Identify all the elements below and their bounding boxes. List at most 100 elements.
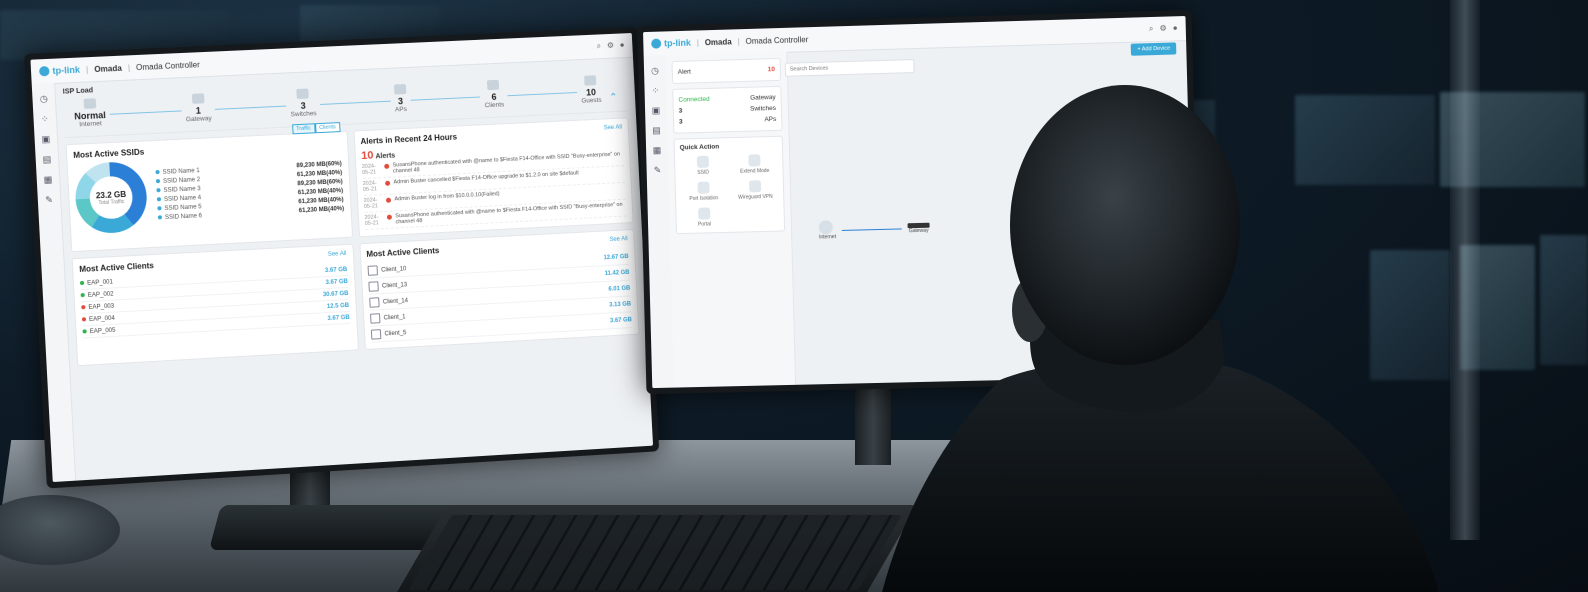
quick-action-wireguard-vpn[interactable]: Wireguard VPN xyxy=(732,180,778,201)
see-all-link[interactable]: See All xyxy=(604,125,623,132)
status-dot xyxy=(80,281,84,285)
glass-partition xyxy=(1450,0,1480,540)
guests-icon xyxy=(584,75,596,85)
topology-node-gateway[interactable]: 1 Gateway xyxy=(185,93,212,123)
status-label: Switches xyxy=(750,105,776,113)
quick-action-portal[interactable]: Portal xyxy=(681,207,727,228)
brand-text: tp-link xyxy=(52,65,80,76)
background-screen xyxy=(1540,235,1588,365)
laptop-icon xyxy=(368,281,378,292)
topology-node-internet[interactable]: Normal Internet xyxy=(73,98,106,129)
left-monitor: tp-link | Omada | Omada Controller ⌕ ⚙ ●… xyxy=(24,27,659,489)
office-scene: tp-link | Omada | Omada Controller ⌕ ⚙ ●… xyxy=(0,0,1588,592)
alert-date: 2024-05-21 xyxy=(364,214,383,227)
legend-dot xyxy=(158,215,162,219)
node-label: Clients xyxy=(484,101,504,109)
node-value: 3 xyxy=(394,96,406,107)
chevron-up-icon[interactable]: ⌃ xyxy=(609,92,618,103)
status-dot xyxy=(81,305,85,309)
ssid-name: SSID Name 2 xyxy=(163,177,200,185)
action-label: Wireguard VPN xyxy=(738,194,773,201)
alert-date: 2024-05-21 xyxy=(362,163,381,176)
usage-value: 3.67 GB xyxy=(325,278,348,285)
usage-value: 11.42 GB xyxy=(605,269,630,276)
alert-card[interactable]: Alert 10 xyxy=(672,58,782,84)
node-label: Switches xyxy=(290,110,316,118)
action-label: SSID xyxy=(697,170,709,176)
device-name: EAP_005 xyxy=(90,327,116,334)
topology-node-guests[interactable]: 10 Guests xyxy=(580,75,602,105)
status-card: Connected Gateway 3 Switches 3 APs xyxy=(672,86,782,134)
quick-action-extend-mode[interactable]: Extend Mode xyxy=(731,154,777,175)
node-label: Internet xyxy=(75,120,107,129)
device-name: EAP_003 xyxy=(88,303,114,310)
topology-node-switches[interactable]: 3 Switches xyxy=(289,88,317,118)
quick-action-port-isolation[interactable]: Port Isolation xyxy=(681,181,727,202)
status-aps[interactable]: 3 APs xyxy=(679,114,776,128)
topology-link xyxy=(842,228,902,231)
brand-logo: tp-link xyxy=(651,38,691,49)
toggle-clients[interactable]: Clients xyxy=(315,122,340,133)
usage-value: 12.5 GB xyxy=(327,302,350,309)
topology-node-aps[interactable]: 3 APs xyxy=(394,84,407,113)
tools-icon[interactable]: ✎ xyxy=(45,194,53,205)
quick-action-grid: SSID Extend Mode Port Isolation Wireguar… xyxy=(680,154,779,228)
gateway-node[interactable]: Gateway xyxy=(907,222,929,234)
app-title: Omada Controller xyxy=(746,35,809,46)
client-name: Client_13 xyxy=(382,282,407,289)
laptop-icon xyxy=(367,265,377,276)
extend-icon xyxy=(748,154,760,166)
ssid-name: SSID Name 3 xyxy=(163,186,200,194)
usage-value: 3.67 GB xyxy=(327,314,350,321)
dashboard-icon[interactable]: ◷ xyxy=(651,65,659,76)
vpn-icon xyxy=(749,180,761,192)
device-name: EAP_004 xyxy=(89,315,115,322)
internet-icon xyxy=(83,98,96,109)
topology-link xyxy=(110,110,182,114)
settings-icon[interactable]: ⚙ xyxy=(1159,24,1166,34)
devices-icon[interactable]: ▣ xyxy=(41,134,50,146)
calendar-icon[interactable]: ▦ xyxy=(653,145,662,156)
search-input[interactable] xyxy=(785,59,915,77)
device-name: EAP_002 xyxy=(88,291,114,298)
active-clients-panel: Most Active Clients See All EAP_001 3.67 … xyxy=(72,244,359,367)
search-icon[interactable]: ⌕ xyxy=(596,41,601,51)
laptop-icon xyxy=(370,329,380,340)
topology-icon[interactable]: ⁘ xyxy=(41,114,49,125)
topology-icon[interactable]: ⁘ xyxy=(652,85,660,96)
monitor-stand xyxy=(855,385,891,465)
settings-icon[interactable]: ⚙ xyxy=(607,41,615,51)
statistics-icon[interactable]: ▤ xyxy=(42,154,51,166)
tablet-icon xyxy=(369,297,379,308)
keyboard xyxy=(393,505,918,592)
usage-value: 12.67 GB xyxy=(603,254,628,261)
see-all-link[interactable]: See All xyxy=(328,251,347,258)
quick-action-ssid[interactable]: SSID xyxy=(680,155,726,176)
status-label: APs xyxy=(764,116,776,123)
phone-icon xyxy=(370,313,380,324)
total-traffic-label: Total Traffic xyxy=(98,198,124,205)
calendar-icon[interactable]: ▦ xyxy=(43,174,52,186)
see-all-link[interactable]: See All xyxy=(609,236,628,243)
search-icon[interactable]: ⌕ xyxy=(1149,24,1154,34)
brand-logo: tp-link xyxy=(39,65,80,77)
tools-icon[interactable]: ✎ xyxy=(654,165,662,176)
ssid-name: SSID Name 4 xyxy=(164,195,201,203)
ssid-value: 61,230 MB(40%) xyxy=(299,206,345,214)
user-icon[interactable]: ● xyxy=(1173,23,1178,33)
alert-icon xyxy=(384,164,389,169)
usage-value: 3.67 GB xyxy=(325,266,348,273)
node-label: APs xyxy=(395,106,407,114)
add-device-button[interactable]: + Add Device xyxy=(1131,42,1176,55)
devices-icon[interactable]: ▣ xyxy=(652,105,661,116)
internet-node[interactable]: Internet xyxy=(819,220,836,240)
dashboard-icon[interactable]: ◷ xyxy=(39,93,48,104)
user-icon[interactable]: ● xyxy=(620,40,625,50)
status-dot xyxy=(82,329,86,333)
toggle-traffic[interactable]: Traffic xyxy=(292,123,315,134)
alert-label: Alert xyxy=(678,69,691,76)
background-screen xyxy=(1295,95,1435,185)
ssid-name: SSID Name 5 xyxy=(164,204,201,212)
topology-node-clients[interactable]: 6 Clients xyxy=(483,80,504,110)
statistics-icon[interactable]: ▤ xyxy=(652,125,661,136)
